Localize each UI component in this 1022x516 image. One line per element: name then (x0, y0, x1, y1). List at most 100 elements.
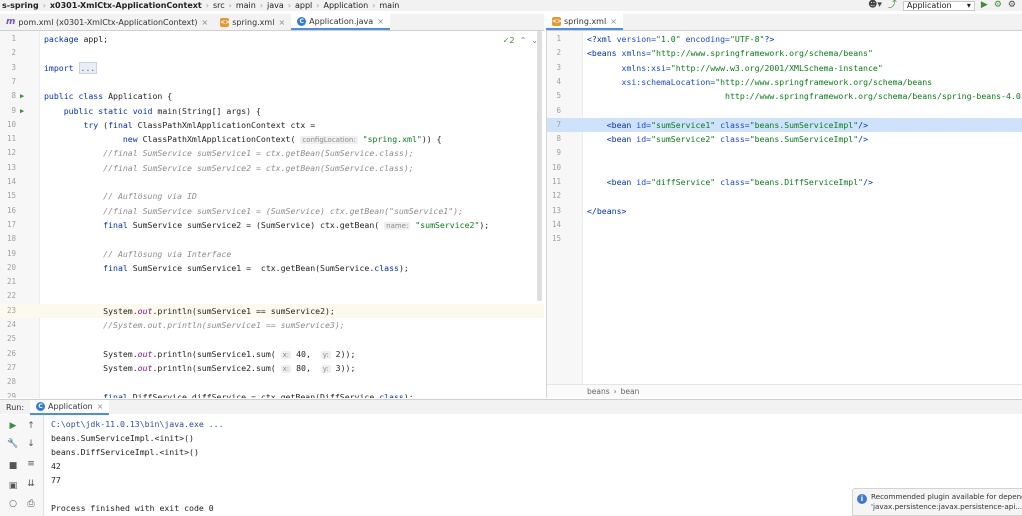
vertical-scrollbar[interactable] (537, 31, 542, 301)
stop-icon[interactable]: ■ (6, 461, 20, 471)
code-token: "spring.xml" (357, 134, 422, 145)
pin-icon[interactable]: ○ (6, 499, 20, 509)
editor-tab[interactable]: <> spring.xml × (546, 14, 623, 30)
plugin-notification[interactable]: i Recommended plugin available for depen… (852, 488, 1022, 516)
breadcrumb-item[interactable]: main (234, 1, 258, 10)
code-token: http://www.springframework.org/schema/be… (685, 91, 1022, 102)
code-token: "http://www.springframework.org/schema/b… (715, 76, 933, 87)
code-token: class= (720, 177, 750, 187)
code-token: class (379, 391, 404, 399)
code-line: 19 // Auflösung via Interface (0, 247, 544, 261)
print-icon[interactable]: ⎙ (24, 499, 38, 509)
info-icon: i (857, 494, 867, 504)
code-token: version= (616, 34, 657, 44)
code-line: 11 <bean id="diffService" class="beans.D… (547, 175, 1022, 189)
code-token: out (137, 348, 153, 359)
code-token: ); (403, 391, 414, 399)
breadcrumb-separator: › (316, 1, 320, 10)
code-line: 14 (0, 175, 544, 189)
line-number: 1 (556, 34, 561, 43)
run-icon[interactable]: ▶ (981, 0, 988, 11)
console-line: 77 (51, 475, 61, 485)
code-line: 18 (0, 232, 544, 246)
coverage-icon[interactable]: ⚙ (1008, 0, 1016, 11)
close-icon[interactable]: × (202, 18, 209, 27)
code-line: 3 xmlns:xsi="http://www.w3.org/2001/XMLS… (547, 61, 1022, 75)
soft-wrap-icon[interactable]: ≡ (24, 459, 38, 469)
line-number: 9 (556, 148, 561, 158)
code-token: x: (280, 350, 292, 359)
breadcrumb-item[interactable]: Application (321, 1, 370, 10)
code-line: 27 System.out.println(sumService2.sum( x… (0, 361, 544, 375)
run-gutter-icon[interactable]: ▶ (20, 104, 24, 118)
code-text: System.out.println(sumService1.sum( x: 4… (44, 347, 355, 362)
breadcrumb-item[interactable]: main (377, 1, 401, 10)
line-number: 14 (551, 219, 561, 229)
code-token: ClassPathXmlApplicationContext( (142, 134, 301, 145)
xml-breadcrumb-item[interactable]: bean (621, 387, 640, 396)
code-token: System. (44, 362, 138, 373)
editor-tab[interactable]: m pom.xml (x0301-XmlCtx-ApplicationContex… (0, 14, 214, 30)
code-token: "sumService2" (651, 134, 721, 145)
code-line: 8 <bean id="sumService2" class="beans.Su… (547, 132, 1022, 146)
scroll-down-icon[interactable]: ↓ (24, 439, 38, 449)
code-token: public class (44, 91, 109, 102)
run-gutter-icon[interactable]: ▶ (20, 89, 24, 103)
code-line: 9 ▶ public static void main(String[] args… (0, 104, 544, 118)
code-text: try (final ClassPathXmlApplicationContex… (44, 118, 315, 132)
code-token: id= (636, 177, 652, 187)
editor-tab[interactable]: <> spring.xml × (214, 14, 291, 30)
code-line: 10 (547, 161, 1022, 175)
close-icon[interactable]: × (97, 402, 104, 411)
scroll-up-icon[interactable]: ↑ (24, 421, 38, 431)
close-icon[interactable]: × (610, 17, 617, 26)
run-configuration-select[interactable]: Application ▾ (902, 0, 975, 11)
code-token: //final SumService sumService1 = (SumSer… (103, 205, 463, 216)
wrench-icon[interactable]: 🔧 (6, 439, 20, 449)
breadcrumb-item[interactable]: s-spring (0, 1, 41, 10)
debug-icon[interactable]: ⚙ (994, 0, 1002, 11)
code-token: y: (320, 364, 331, 373)
breadcrumb-item[interactable]: src (211, 1, 227, 10)
breadcrumb-item[interactable]: appl (293, 1, 314, 10)
close-icon[interactable]: × (377, 17, 384, 26)
line-number: 11 (6, 134, 16, 144)
camera-icon[interactable]: ▣ (6, 481, 20, 491)
line-number: 5 (556, 91, 561, 101)
line-number: 10 (6, 119, 16, 129)
run-tab-application[interactable]: C Application × (30, 399, 110, 415)
code-token: <beans (587, 48, 622, 59)
breadcrumb-item[interactable]: java (265, 1, 286, 10)
inspection-widget[interactable]: ✓2 ⌃ ⌄ (503, 36, 538, 45)
code-token: )) { (421, 134, 442, 145)
code-token: "diffService" (651, 177, 721, 187)
user-icon[interactable]: ☻▾ (868, 0, 882, 11)
scroll-to-end-icon[interactable]: ⇊ (24, 479, 38, 489)
code-text: public class Application { (44, 89, 172, 103)
maven-icon: m (6, 16, 16, 27)
breadcrumb-separator: › (228, 1, 232, 10)
line-number: 12 (6, 148, 16, 158)
close-icon[interactable]: × (278, 18, 285, 27)
code-token: DiffService diffService = ctx.getBean(Di… (132, 391, 380, 399)
xml-breadcrumb-item[interactable]: beans (587, 387, 610, 396)
previous-highlight-icon[interactable]: ⌃ (520, 36, 527, 45)
code-token: class= (720, 134, 750, 145)
xml-editor[interactable]: 1 <?xml version="1.0" encoding="UTF-8"?> 2… (546, 31, 1022, 398)
line-number: 7 (11, 76, 16, 86)
build-hammer-icon[interactable]: ⤴ (888, 0, 897, 11)
breadcrumb-item[interactable]: x0301-XmlCtx-ApplicationContext (48, 1, 204, 10)
line-number: 2 (556, 48, 561, 58)
code-token: // Auflösung via Interface (103, 248, 232, 259)
code-text: final SumService sumService1 = ctx.getBe… (44, 261, 409, 275)
rerun-icon[interactable]: ▶ (6, 421, 20, 431)
editor-tab[interactable]: C Application.java × (291, 14, 390, 30)
code-line: 12 (547, 189, 1022, 203)
run-tab-label: Application (48, 401, 93, 411)
line-number: 11 (551, 177, 561, 186)
code-token: xmlns:xsi= (621, 62, 671, 73)
java-editor[interactable]: 1 package appl; 2 3 import ... 7 8 ▶ public clas… (0, 31, 544, 398)
code-line: 4 xsi:schemaLocation="http://www.springf… (547, 75, 1022, 89)
code-token: out (137, 362, 153, 373)
